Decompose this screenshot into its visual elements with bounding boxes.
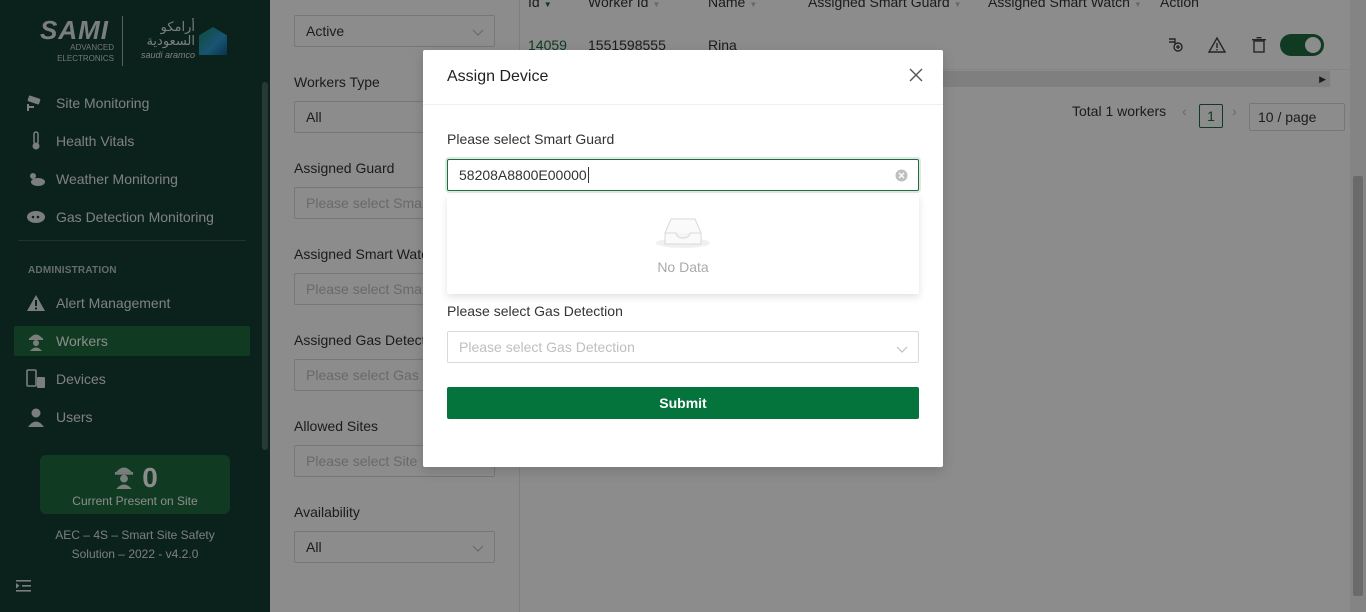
empty-inbox-icon — [655, 211, 711, 252]
gas-detection-select[interactable]: Please select Gas Detection — [447, 331, 919, 363]
modal-title: Assign Device — [447, 68, 549, 85]
smart-guard-search-input[interactable]: 58208A8800E00000 — [447, 159, 919, 191]
text-caret — [587, 167, 589, 183]
clear-icon[interactable] — [895, 169, 908, 185]
smart-guard-label: Please select Smart Guard — [447, 131, 615, 147]
chevron-down-icon — [896, 342, 908, 358]
close-icon[interactable] — [909, 68, 923, 85]
smart-guard-dropdown: No Data — [447, 195, 919, 294]
assign-device-modal: Assign Device Please select Smart Guard … — [423, 50, 943, 467]
modal-header: Assign Device — [423, 50, 943, 105]
gas-detection-label: Please select Gas Detection — [447, 303, 623, 319]
smart-guard-input-value: 58208A8800E00000 — [459, 167, 587, 183]
submit-button[interactable]: Submit — [447, 387, 919, 419]
gas-detection-placeholder: Please select Gas Detection — [459, 339, 635, 355]
no-data-text: No Data — [657, 259, 709, 275]
